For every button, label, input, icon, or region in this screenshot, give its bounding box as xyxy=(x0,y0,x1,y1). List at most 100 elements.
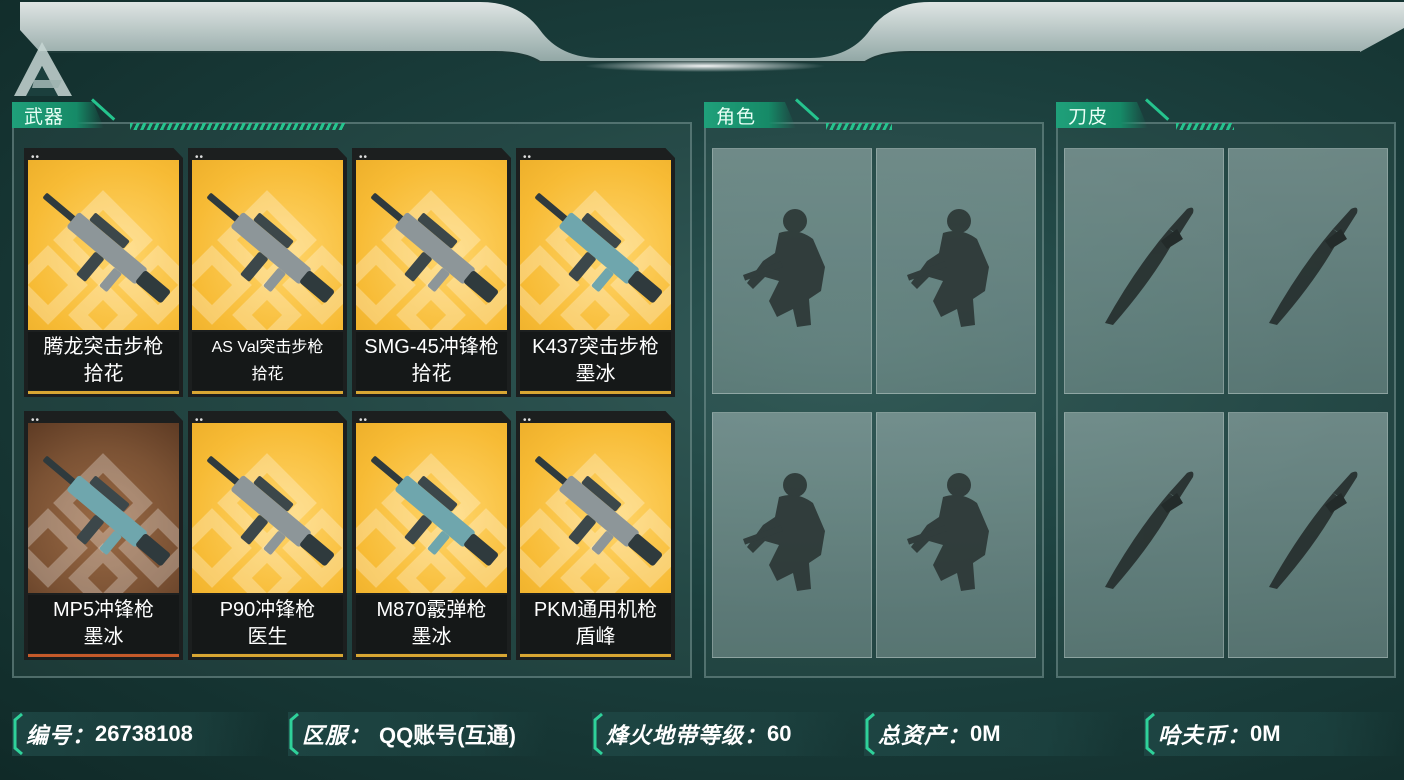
tab-slash xyxy=(1144,98,1170,121)
weapon-label: 腾龙突击步枪 拾花 xyxy=(28,332,179,390)
coin-value: 0M xyxy=(1250,721,1281,746)
weapon-label: AS Val突击步枪 拾花 xyxy=(192,332,343,390)
tab-slash xyxy=(794,98,820,121)
weapon-name: 腾龙突击步枪 xyxy=(43,336,164,358)
weapon-art xyxy=(356,423,507,593)
weapon-label: P90冲锋枪 医生 xyxy=(192,595,343,653)
weapon-card[interactable]: •• MP5冲锋枪 墨冰 xyxy=(24,411,183,660)
delta-logo-icon xyxy=(14,42,72,96)
weapon-art xyxy=(520,423,671,593)
weapon-skin: 拾花 xyxy=(251,366,284,383)
character-slot[interactable] xyxy=(712,412,872,658)
weapon-card[interactable]: •• AS Val突击步枪 拾花 xyxy=(188,148,347,397)
section-title-weapons: 武器 xyxy=(12,102,105,128)
soldier-silhouette-icon xyxy=(743,473,825,591)
player-id-value: 26738108 xyxy=(95,721,193,746)
coin-label: 哈夫币： xyxy=(1158,723,1251,748)
character-slot[interactable] xyxy=(876,412,1036,658)
character-slot[interactable] xyxy=(712,148,872,394)
weapon-name: K437突击步枪 xyxy=(532,336,659,358)
weapon-name: PKM通用机枪 xyxy=(533,599,658,621)
weapon-label: K437突击步枪 墨冰 xyxy=(520,332,671,390)
weapon-skin: 拾花 xyxy=(411,363,452,385)
weapon-icon xyxy=(43,456,171,566)
bracket-icon xyxy=(865,712,875,756)
knife-silhouette-icon xyxy=(1269,207,1358,325)
knife-skin-slot[interactable] xyxy=(1064,148,1224,394)
weapon-card[interactable]: •• P90冲锋枪 医生 xyxy=(188,411,347,660)
tab-stripes xyxy=(130,123,345,130)
rarity-bar xyxy=(356,391,507,394)
weapon-card[interactable]: •• K437突击步枪 墨冰 xyxy=(516,148,675,397)
weapon-art xyxy=(28,160,179,330)
weapon-skin: 盾峰 xyxy=(575,626,616,648)
weapon-name: MP5冲锋枪 xyxy=(52,599,155,621)
weapons-section-tab: 武器 xyxy=(12,102,105,128)
weapon-art xyxy=(28,423,179,593)
weapon-skin: 墨冰 xyxy=(411,626,452,648)
weapon-skin: 拾花 xyxy=(83,363,124,385)
level-label: 烽火地带等级： xyxy=(606,723,768,748)
weapon-card[interactable]: •• PKM通用机枪 盾峰 xyxy=(516,411,675,660)
section-title-knife-skins: 刀皮 xyxy=(1056,102,1149,128)
bracket-icon xyxy=(593,712,603,756)
bracket-icon xyxy=(289,712,299,756)
soldier-silhouette-icon xyxy=(907,209,989,327)
weapon-icon xyxy=(535,456,663,566)
knife-silhouette-icon xyxy=(1105,471,1194,589)
weapon-art xyxy=(520,160,671,330)
rarity-bar xyxy=(192,391,343,394)
weapon-skin: 墨冰 xyxy=(575,363,616,385)
weapon-icon xyxy=(371,193,499,303)
server-value: QQ账号(互通) xyxy=(379,723,516,748)
assets-value: 0M xyxy=(970,721,1001,746)
weapon-art xyxy=(192,423,343,593)
rarity-bar xyxy=(356,654,507,657)
weapon-label: SMG-45冲锋枪 拾花 xyxy=(356,332,507,390)
weapon-icon xyxy=(43,193,171,303)
knife-silhouette-icon xyxy=(1269,471,1358,589)
soldier-silhouette-icon xyxy=(907,473,989,591)
weapon-art xyxy=(192,160,343,330)
weapon-art xyxy=(356,160,507,330)
top-frame xyxy=(20,2,1404,72)
knife-silhouette-icon xyxy=(1105,207,1194,325)
rarity-bar xyxy=(28,654,179,657)
character-slot[interactable] xyxy=(876,148,1036,394)
soldier-silhouette-icon xyxy=(743,209,825,327)
weapon-name: AS Val突击步枪 xyxy=(211,339,324,356)
weapon-card[interactable]: •• 腾龙突击步枪 拾花 xyxy=(24,148,183,397)
weapon-label: PKM通用机枪 盾峰 xyxy=(520,595,671,653)
rarity-dots-icon: •• xyxy=(359,415,369,426)
characters-section-tab: 角色 xyxy=(704,102,797,128)
weapon-icon xyxy=(535,193,663,303)
rarity-dots-icon: •• xyxy=(195,152,205,163)
rarity-dots-icon: •• xyxy=(195,415,205,426)
weapon-name: P90冲锋枪 xyxy=(219,599,316,621)
knife-skins-section-tab: 刀皮 xyxy=(1056,102,1149,128)
weapon-icon xyxy=(207,193,335,303)
weapon-skin: 墨冰 xyxy=(83,626,124,648)
weapon-skin: 医生 xyxy=(247,626,288,648)
tab-stripes xyxy=(1176,123,1234,130)
weapon-card[interactable]: •• M870霰弹枪 墨冰 xyxy=(352,411,511,660)
level-value: 60 xyxy=(767,721,792,746)
rarity-dots-icon: •• xyxy=(523,152,533,163)
bracket-icon xyxy=(1145,712,1155,756)
weapon-name: SMG-45冲锋枪 xyxy=(364,336,499,358)
rarity-dots-icon: •• xyxy=(523,415,533,426)
rarity-bar xyxy=(28,391,179,394)
weapon-card[interactable]: •• SMG-45冲锋枪 拾花 xyxy=(352,148,511,397)
rarity-bar xyxy=(192,654,343,657)
knife-skin-slot[interactable] xyxy=(1228,412,1388,658)
weapon-label: M870霰弹枪 墨冰 xyxy=(356,595,507,653)
rarity-bar xyxy=(520,391,671,394)
knife-skin-slot[interactable] xyxy=(1064,412,1224,658)
server-label: 区服： xyxy=(302,723,372,748)
weapon-icon xyxy=(371,456,499,566)
knife-skin-slot[interactable] xyxy=(1228,148,1388,394)
weapon-icon xyxy=(207,456,335,566)
rarity-dots-icon: •• xyxy=(31,415,41,426)
tab-stripes xyxy=(826,123,892,130)
weapon-name: M870霰弹枪 xyxy=(376,599,487,621)
